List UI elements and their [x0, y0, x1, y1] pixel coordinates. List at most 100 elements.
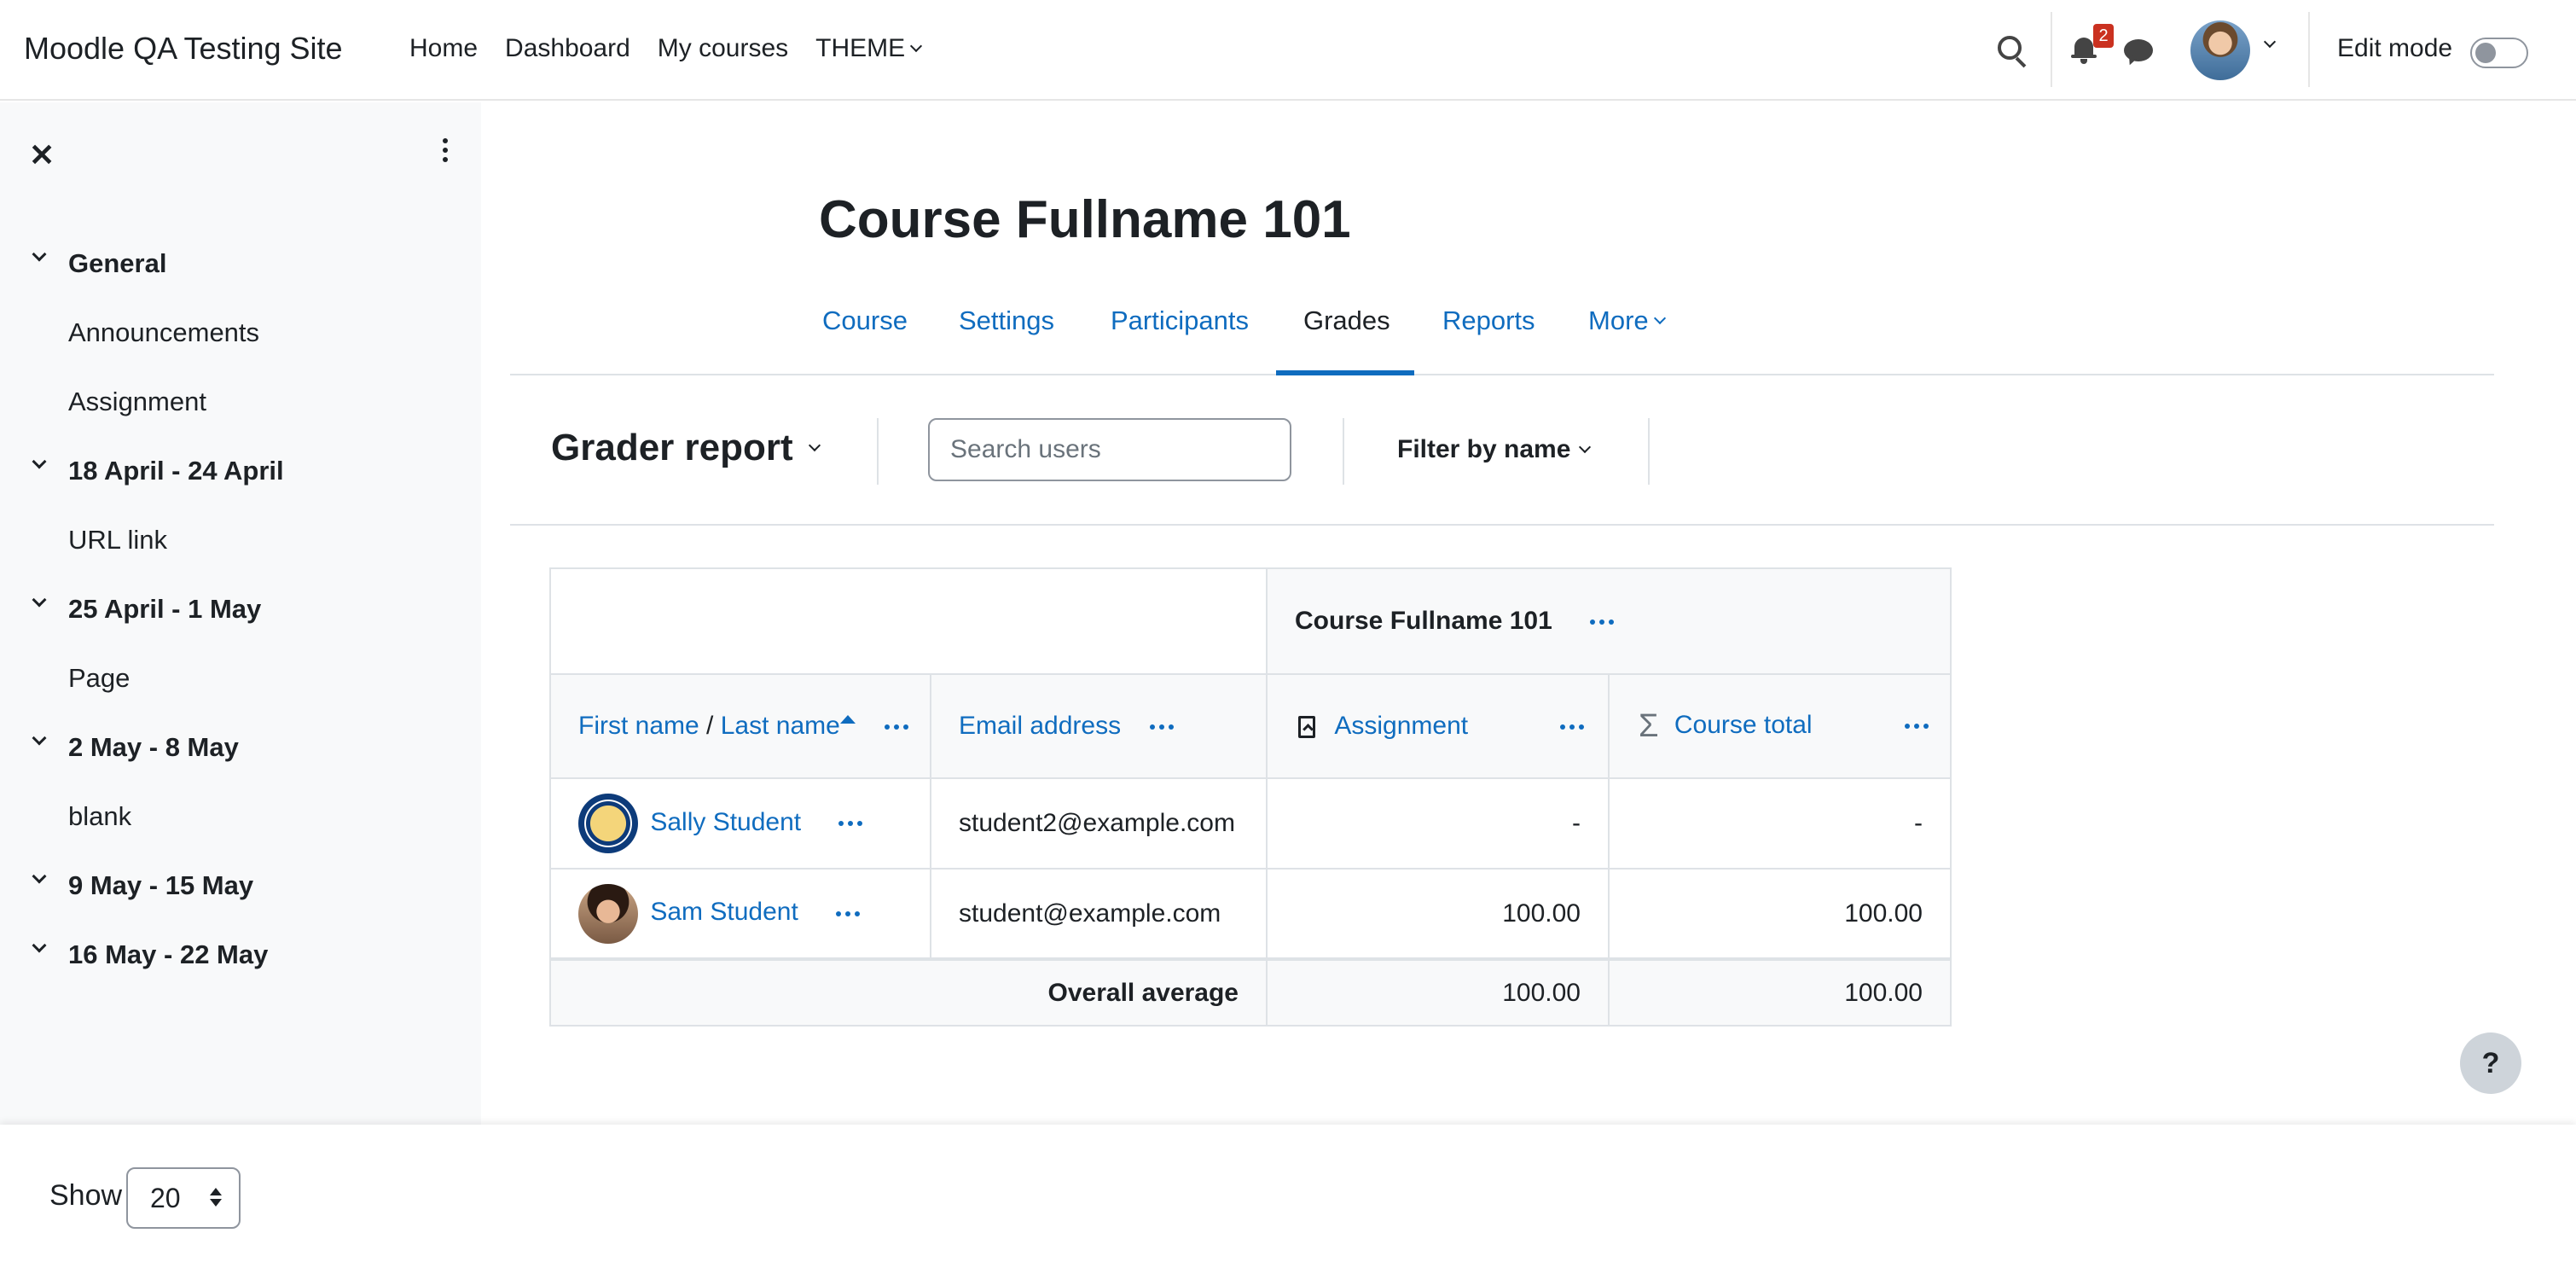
assignment-column-header: Assignment	[1266, 673, 1610, 779]
course-section[interactable]: 18 April - 24 April	[0, 436, 481, 505]
tertiary-divider	[877, 418, 879, 485]
user-cell: Sam Student	[549, 868, 931, 960]
sort-first-name-link[interactable]: First name	[578, 712, 699, 740]
report-selector[interactable]: Grader report	[551, 427, 821, 469]
section-collapse-chevron-icon[interactable]	[32, 454, 47, 469]
course-total-cell[interactable]: 100.00	[1608, 868, 1952, 960]
nav-dashboard[interactable]: Dashboard	[505, 34, 630, 63]
report-selector-label: Grader report	[551, 427, 793, 468]
email-cell: student@example.com	[930, 868, 1268, 960]
section-title: General	[68, 247, 167, 278]
assignment-column-actions-icon[interactable]	[1560, 724, 1585, 730]
help-button[interactable]: ?	[2460, 1032, 2521, 1094]
navbar-divider	[2308, 12, 2310, 87]
activity-name: blank	[68, 800, 132, 831]
course-activity-link[interactable]: Page	[0, 643, 481, 713]
name-column-actions-icon[interactable]	[885, 724, 909, 730]
course-activity-link[interactable]: blank	[0, 782, 481, 851]
course-total-cell[interactable]: -	[1608, 777, 1952, 870]
nav-theme[interactable]: THEME	[815, 34, 923, 63]
course-section[interactable]: 25 April - 1 May	[0, 574, 481, 643]
course-activity-link[interactable]: URL link	[0, 505, 481, 574]
assignment-column-link[interactable]: Assignment	[1334, 712, 1468, 740]
tab-course[interactable]: Course	[822, 305, 908, 336]
section-title: 9 May - 15 May	[68, 870, 254, 900]
course-section[interactable]: 2 May - 8 May	[0, 713, 481, 782]
messages-icon[interactable]	[2124, 39, 2153, 61]
sort-last-name-link[interactable]: Last name	[721, 712, 840, 740]
tab-participants[interactable]: Participants	[1111, 305, 1249, 336]
course-section[interactable]: 9 May - 15 May	[0, 851, 481, 920]
sort-email-link[interactable]: Email address	[959, 712, 1121, 740]
tab-settings[interactable]: Settings	[959, 305, 1054, 336]
user-menu-chevron-down-icon[interactable]	[2263, 35, 2277, 49]
user-name-link[interactable]: Sam Student	[650, 898, 798, 926]
section-title: 2 May - 8 May	[68, 731, 239, 762]
avatar[interactable]	[578, 794, 638, 853]
tab-reports[interactable]: Reports	[1442, 305, 1535, 336]
category-header-row: Course Fullname 101	[549, 567, 1952, 675]
section-title: 25 April - 1 May	[68, 593, 262, 624]
secondary-navigation: Course Settings Participants Grades Repo…	[510, 282, 2494, 375]
chevron-down-icon	[910, 39, 923, 53]
tab-grades[interactable]: Grades	[1303, 305, 1390, 336]
course-total-column-link[interactable]: Course total	[1674, 711, 1813, 739]
search-icon[interactable]	[1998, 36, 2022, 60]
course-index-drawer: ✕ General Announcements Assignment 18 April…	[0, 102, 481, 1125]
search-users-input[interactable]	[928, 418, 1291, 481]
category-actions-icon[interactable]	[1590, 619, 1615, 625]
chevron-down-icon	[1653, 311, 1666, 325]
select-updown-icon	[210, 1188, 222, 1210]
tertiary-divider	[1343, 418, 1344, 485]
close-drawer-icon[interactable]: ✕	[29, 140, 55, 171]
nav-my-courses[interactable]: My courses	[658, 34, 788, 63]
activity-name: Announcements	[68, 317, 260, 347]
activity-name: Page	[68, 662, 131, 693]
overall-average-label: Overall average	[549, 958, 1268, 1027]
show-per-page-label: Show	[49, 1179, 123, 1212]
course-total-column-header: Σ Course total	[1608, 673, 1952, 779]
tertiary-divider	[1648, 418, 1650, 485]
course-activity-link[interactable]: Assignment	[0, 367, 481, 436]
tab-more[interactable]: More	[1588, 305, 1666, 336]
edit-mode-toggle[interactable]	[2470, 38, 2528, 68]
course-section[interactable]: 16 May - 22 May	[0, 920, 481, 989]
section-collapse-chevron-icon[interactable]	[32, 938, 47, 953]
filter-by-name-dropdown[interactable]: Filter by name	[1397, 435, 1592, 464]
assignment-grade-cell[interactable]: -	[1266, 777, 1610, 870]
grader-report-table: Course Fullname 101 First name / Last na…	[549, 567, 1952, 1027]
user-cell: Sally Student	[549, 777, 931, 870]
email-column-actions-icon[interactable]	[1150, 724, 1175, 730]
section-collapse-chevron-icon[interactable]	[32, 730, 47, 746]
empty-header-cell	[549, 567, 1268, 675]
section-title: 18 April - 24 April	[68, 455, 284, 486]
course-activity-link[interactable]: Announcements	[0, 298, 481, 367]
top-navbar: Moodle QA Testing Site Home Dashboard My…	[0, 0, 2576, 101]
assignment-grade-cell[interactable]: 100.00	[1266, 868, 1610, 960]
per-page-select[interactable]: 20	[126, 1167, 241, 1229]
nav-home[interactable]: Home	[409, 34, 478, 63]
activity-name: URL link	[68, 524, 167, 555]
assignment-average-cell: 100.00	[1266, 958, 1610, 1027]
avatar[interactable]	[578, 883, 638, 944]
course-section[interactable]: General	[0, 229, 481, 298]
activity-name: Assignment	[68, 386, 206, 416]
section-collapse-chevron-icon[interactable]	[32, 247, 47, 262]
email-cell: student2@example.com	[930, 777, 1268, 870]
sort-ascending-icon	[839, 715, 856, 724]
drawer-options-kebab-icon[interactable]	[442, 138, 449, 166]
section-collapse-chevron-icon[interactable]	[32, 869, 47, 884]
course-total-average-cell: 100.00	[1608, 958, 1952, 1027]
column-header-row: First name / Last name Email address Ass…	[549, 673, 1952, 779]
tab-more-label: More	[1588, 305, 1649, 335]
user-actions-icon[interactable]	[838, 821, 863, 826]
course-total-column-actions-icon[interactable]	[1904, 724, 1929, 729]
user-avatar[interactable]	[2190, 20, 2250, 80]
edit-mode-label: Edit mode	[2337, 34, 2453, 62]
tertiary-navigation: Grader report Filter by name	[510, 375, 2494, 526]
user-name-link[interactable]: Sally Student	[650, 808, 801, 836]
user-actions-icon[interactable]	[836, 910, 861, 916]
category-name: Course Fullname 101	[1295, 607, 1552, 635]
site-name[interactable]: Moodle QA Testing Site	[24, 31, 343, 67]
section-collapse-chevron-icon[interactable]	[32, 592, 47, 608]
